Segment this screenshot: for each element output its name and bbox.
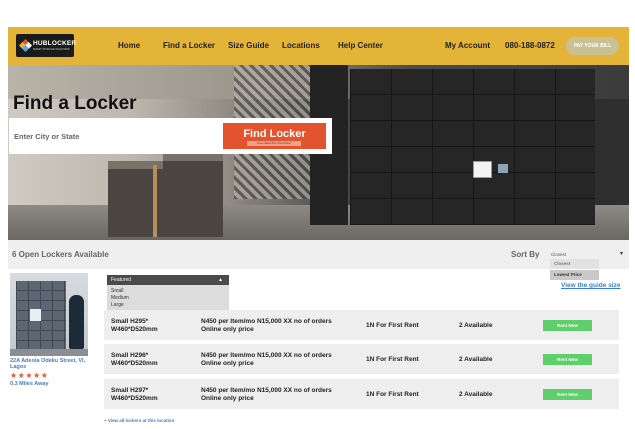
size-option-medium[interactable]: Medium — [111, 295, 129, 301]
nav-my-account[interactable]: My Account — [445, 41, 490, 50]
locker-search-box: Find Locker Free Naira Per First Rent — [9, 118, 332, 154]
nav-home[interactable]: Home — [118, 41, 140, 50]
locker-price: N450 per Item/mo N15,000 XX no of orders… — [201, 352, 332, 367]
parcel-box — [163, 157, 223, 237]
view-all-lockers-link[interactable]: + View all lockers at this location — [104, 418, 174, 423]
nav-help-center[interactable]: Help Center — [338, 41, 383, 50]
sort-option-closest[interactable]: Closest — [550, 259, 599, 269]
locker-promo: 1N For First Rent — [366, 356, 419, 363]
sort-selected-value: Closest — [551, 252, 567, 257]
size-option-large[interactable]: Large — [111, 302, 124, 308]
results-bar: 6 Open Lockers Available Sort By Closest… — [8, 240, 629, 269]
rent-now-button[interactable]: Rent Now — [543, 354, 592, 365]
size-filter-options: Small Medium Large — [107, 285, 229, 311]
find-locker-label: Find Locker — [243, 128, 306, 140]
size-option-small[interactable]: Small — [111, 288, 124, 294]
locker-price: N450 per Item/mo N15,000 XX no of orders… — [201, 318, 332, 333]
find-locker-button[interactable]: Find Locker Free Naira Per First Rent — [223, 123, 326, 149]
location-distance: 0.3 Miles Away — [10, 381, 49, 387]
rent-now-button[interactable]: Rent Now — [543, 389, 592, 400]
locker-promo: 1N For First Rent — [366, 322, 419, 329]
chevron-up-icon: ▲ — [218, 277, 223, 283]
locker-size: Small H297* W460*D520mm — [111, 387, 158, 402]
locker-availability: 2 Available — [459, 356, 493, 363]
locker-availability: 2 Available — [459, 322, 493, 329]
location-photo[interactable] — [10, 273, 88, 356]
locker-row: Small H296* W460*D520mm N450 per Item/mo… — [104, 344, 619, 374]
rent-now-button[interactable]: Rent Now — [543, 320, 592, 331]
sort-option-lowest-price[interactable]: Lowest Price — [550, 270, 599, 280]
logo-brand-text: HUBLOCKER — [33, 40, 77, 47]
city-state-search-input[interactable] — [9, 118, 219, 154]
locker-promo: 1N For First Rent — [366, 391, 419, 398]
nav-size-guide[interactable]: Size Guide — [228, 41, 269, 50]
pay-your-bill-button[interactable]: PAY YOUR BILL — [566, 37, 619, 55]
locker-size: Small H295* W460*D520mm — [111, 318, 158, 333]
find-locker-sublabel: Free Naira Per First Rent — [247, 141, 301, 146]
chevron-down-icon: ▾ — [619, 251, 623, 257]
top-navbar: HUBLOCKER SMART STORAGE SOLUTIONS Home F… — [8, 27, 629, 65]
nav-phone-number[interactable]: 080-188-0872 — [505, 41, 555, 50]
hero-title: Find a Locker — [13, 93, 137, 114]
logo-diamonds-icon — [18, 38, 33, 53]
view-guide-size-link[interactable]: View the guide size — [561, 282, 620, 289]
nav-locations[interactable]: Locations — [282, 41, 320, 50]
kiosk-screen — [473, 161, 492, 178]
hero-locker-wall — [350, 69, 595, 225]
locker-price: N450 per Item/mo N15,000 XX no of orders… — [201, 387, 332, 402]
size-filter-select[interactable]: Featured ▲ — [107, 275, 229, 285]
location-address-link[interactable]: 22A Adeola Odeku Street, VI, Lagos — [10, 358, 95, 370]
locker-row: Small H297* W460*D520mm N450 per Item/mo… — [104, 379, 619, 409]
sort-by-label: Sort By — [511, 250, 540, 259]
locker-availability: 2 Available — [459, 391, 493, 398]
nav-find-a-locker[interactable]: Find a Locker — [163, 41, 215, 50]
logo-tagline: SMART STORAGE SOLUTIONS — [33, 48, 70, 51]
open-lockers-count: 6 Open Lockers Available — [12, 250, 109, 259]
size-filter-selected: Featured — [111, 277, 132, 283]
location-rating-stars: ★★★★★ — [10, 371, 49, 380]
locker-row: Small H295* W460*D520mm N450 per Item/mo… — [104, 310, 619, 340]
hublocker-logo[interactable]: HUBLOCKER SMART STORAGE SOLUTIONS — [16, 34, 77, 57]
locker-size: Small H296* W460*D520mm — [111, 352, 158, 367]
